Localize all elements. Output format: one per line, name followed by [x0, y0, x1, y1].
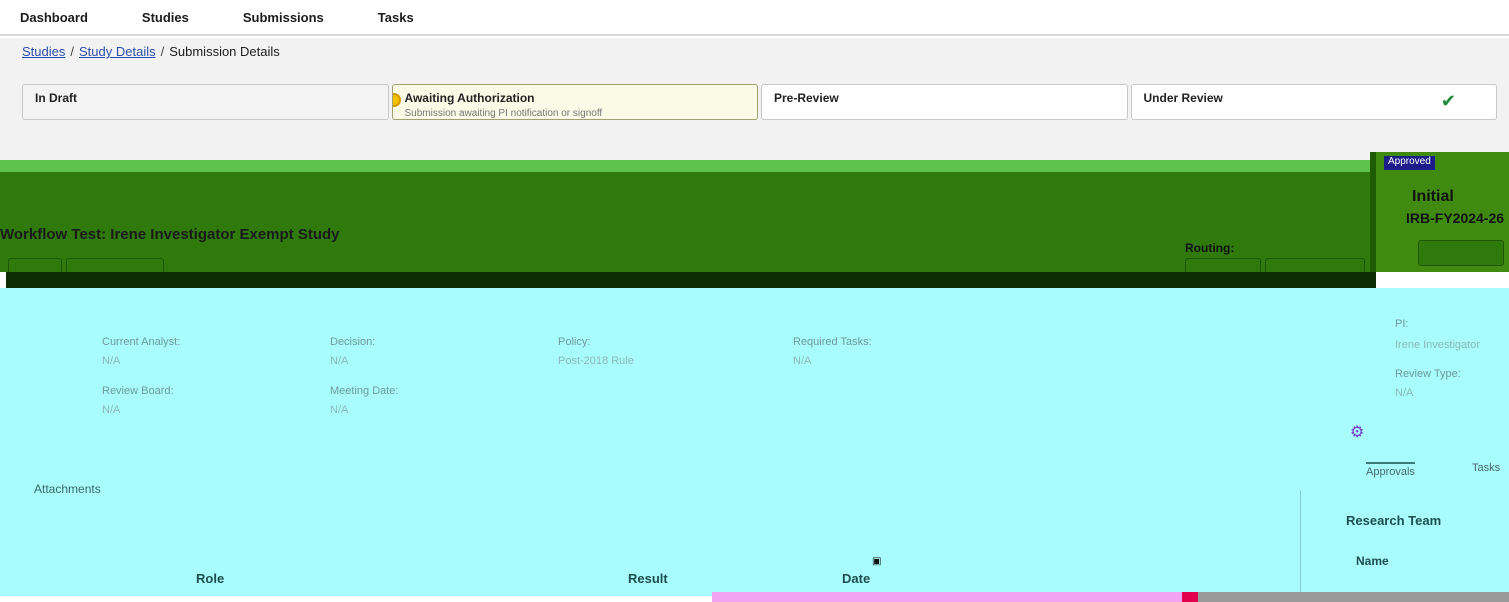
policy-label: Policy: [558, 336, 591, 348]
routing-label: Routing: [1185, 241, 1235, 255]
check-icon: ✔ [1440, 91, 1456, 111]
breadcrumb-study-details-link[interactable]: Study Details [79, 44, 156, 59]
sort-icon[interactable]: ▣ [872, 556, 881, 567]
review-board-value: N/A [102, 404, 121, 416]
top-nav: Dashboard Studies Submissions Tasks [0, 0, 1509, 36]
gear-icon[interactable]: ⚙ [1350, 422, 1364, 442]
status-badge: Approved [1384, 156, 1435, 170]
research-team-title: Research Team [1346, 513, 1442, 528]
step-subtitle: Submission awaiting PI notification or s… [404, 108, 603, 119]
required-tasks-label: Required Tasks: [793, 336, 872, 348]
pi-label: PI: [1395, 318, 1409, 330]
review-type-value: N/A [1395, 387, 1414, 399]
breadcrumb: Studies / Study Details / Submission Details [22, 44, 280, 59]
study-title: Workflow Test: Irene Investigator Exempt… [0, 226, 340, 243]
step-title: Under Review [1143, 91, 1223, 105]
role-column-header[interactable]: Role [196, 571, 224, 586]
submission-type: Initial [1412, 188, 1454, 205]
tab-approvals[interactable]: Approvals [1366, 462, 1415, 478]
policy-value: Post-2018 Rule [558, 355, 634, 367]
header-accent-bar [0, 160, 1509, 172]
step-title: Awaiting Authorization [404, 91, 535, 105]
step-title: In Draft [35, 91, 77, 105]
review-board-label: Review Board: [102, 385, 174, 397]
decision-label: Decision: [330, 336, 376, 348]
breadcrumb-separator: / [70, 44, 74, 59]
step-pre-review: Pre-Review [761, 84, 1128, 120]
row-highlight [712, 592, 1182, 602]
step-awaiting-authorization: Awaiting Authorization Submission awaiti… [391, 84, 758, 120]
current-step-marker-icon [392, 93, 401, 107]
attachments-link[interactable]: Attachments [34, 482, 101, 496]
submission-id: IRB-FY2024-26 [1406, 210, 1505, 226]
nav-tasks[interactable]: Tasks [378, 10, 414, 25]
date-column-header[interactable]: Date [842, 571, 870, 586]
badge-action-button[interactable] [1418, 240, 1504, 266]
header-bottom-strip [6, 272, 1376, 288]
table-first-row-strip [712, 592, 1509, 602]
breadcrumb-studies-link[interactable]: Studies [22, 44, 65, 59]
study-header [0, 172, 1370, 272]
breadcrumb-bar: Studies / Study Details / Submission Details… [0, 38, 1509, 160]
decision-value: N/A [330, 355, 349, 367]
required-tasks-value: N/A [793, 355, 812, 367]
breadcrumb-current: Submission Details [169, 44, 280, 59]
vertical-divider [1300, 490, 1301, 598]
step-under-review: Under Review ✔ [1130, 84, 1497, 120]
meeting-date-value: N/A [330, 404, 349, 416]
nav-dashboard[interactable]: Dashboard [20, 10, 88, 25]
side-tabs: Approvals Tasks [1360, 450, 1509, 478]
meeting-date-label: Meeting Date: [330, 385, 399, 397]
row-remainder [1198, 592, 1509, 602]
step-in-draft: In Draft [22, 84, 389, 120]
nav-submissions[interactable]: Submissions [243, 10, 324, 25]
tab-tasks[interactable]: Tasks [1472, 462, 1500, 474]
nav-studies[interactable]: Studies [142, 10, 189, 25]
review-type-label: Review Type: [1395, 368, 1461, 380]
breadcrumb-separator: / [160, 44, 165, 59]
current-analyst-label: Current Analyst: [102, 336, 181, 348]
current-analyst-value: N/A [102, 355, 121, 367]
name-column-header: Name [1356, 554, 1389, 568]
step-title: Pre-Review [774, 91, 839, 105]
status-stepper: In Draft Awaiting Authorization Submissi… [22, 84, 1500, 120]
pi-value: Irene Investigator [1395, 339, 1480, 351]
details-panel [0, 288, 1509, 596]
row-marker [1182, 592, 1198, 602]
submission-badge: Approved Initial IRB-FY2024-26 [1370, 152, 1509, 272]
result-column-header[interactable]: Result [628, 571, 668, 586]
